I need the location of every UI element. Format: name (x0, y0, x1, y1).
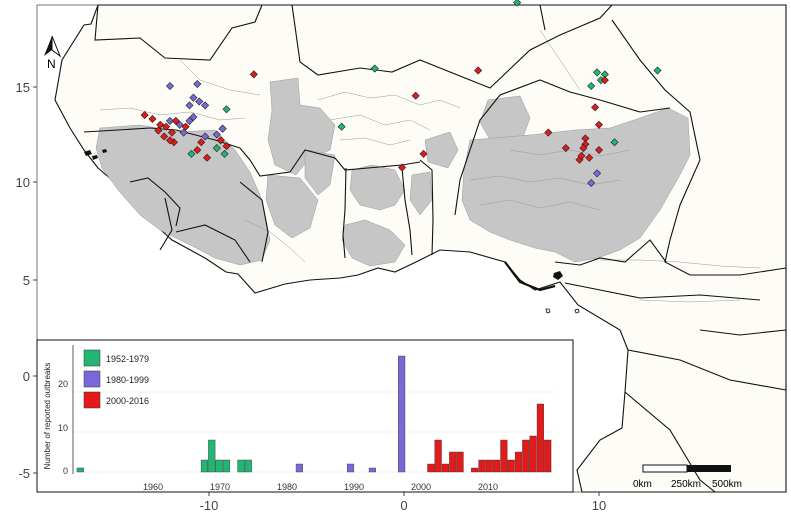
outbreak-bar-2000 (427, 463, 435, 473)
outbreak-bar-1969 (200, 459, 209, 473)
x-tick: 0 (400, 498, 407, 513)
legend-swatch-1980-1999 (83, 370, 101, 388)
y-tick: 10 (16, 175, 30, 190)
inset-x-tick: 2010 (478, 482, 498, 492)
scale-label-250: 250km (671, 479, 701, 490)
inset-x-tick: 1960 (143, 482, 163, 492)
legend-label: 1980-1999 (106, 375, 149, 385)
outbreak-bar-1971 (215, 459, 223, 473)
outbreak-bar-1975 (244, 459, 252, 473)
outbreak-bar-1996 (398, 355, 406, 473)
y-tick: -5 (18, 466, 30, 481)
outbreak-bar-2011 (507, 459, 515, 473)
outbreak-bar-1989 (346, 463, 355, 473)
north-label: N (47, 57, 56, 71)
inset-legend: 1952-1979 1980-1999 2000-2016 (83, 349, 149, 409)
outbreak-bar-2006 (471, 467, 479, 473)
inset-y-tick: 10 (58, 423, 68, 433)
outbreak-bar-2015 (536, 403, 544, 473)
map-y-axis: 15 10 5 0 -5 (16, 80, 37, 481)
outbreak-bar-2003 (449, 451, 457, 473)
outbreak-bar-2014 (529, 435, 537, 473)
x-tick: 10 (592, 498, 606, 513)
scale-label-0: 0km (633, 479, 652, 490)
outbreak-bar-1972 (222, 459, 230, 473)
inset-y-tick: 20 (58, 379, 68, 389)
outbreak-bar-1992 (368, 467, 376, 473)
outbreak-bar-1974 (237, 459, 245, 473)
outbreak-bar-2013 (522, 439, 530, 473)
outbreak-bar-2001 (434, 439, 442, 473)
outbreak-bar-2002 (441, 463, 450, 473)
legend-swatch-1952-1979 (83, 349, 101, 367)
inset-x-tick: 1970 (210, 482, 230, 492)
legend-label: 1952-1979 (106, 354, 149, 364)
outbreak-bar-2012 (514, 451, 523, 473)
inset-y-tick: 0 (63, 466, 68, 476)
x-tick: -10 (200, 498, 219, 513)
island-sao-tome (545, 308, 551, 314)
outbreak-bar-2004 (456, 451, 464, 473)
outbreak-bar-2007 (478, 459, 486, 473)
inset-y-label: Number of reported outbreaks (43, 363, 52, 470)
y-tick: 5 (23, 273, 30, 288)
outbreak-bar-2016 (544, 439, 552, 473)
outbreak-bar-1982 (295, 463, 303, 473)
outbreak-bar-1970 (208, 439, 216, 473)
island-principe (574, 308, 580, 314)
outbreak-bar-2008 (485, 459, 493, 473)
inset-x-tick: 2000 (411, 482, 431, 492)
outbreak-bar-2009 (493, 459, 501, 473)
legend-label: 2000-2016 (106, 396, 149, 406)
outbreak-map-figure: N 0km 250km 500km 15 10 5 0 -5 -10 0 10 … (16, 0, 787, 513)
legend-swatch-2000-2016 (83, 391, 101, 409)
scale-label-500: 500km (712, 479, 742, 490)
y-tick: 0 (23, 369, 30, 384)
inset-x-tick: 1980 (277, 482, 297, 492)
outbreak-bar-2010 (500, 439, 508, 473)
y-tick: 15 (16, 80, 30, 95)
inset-x-tick: 1990 (344, 482, 364, 492)
map-x-axis: -10 0 10 (200, 492, 606, 513)
outbreak-bar-1952 (76, 467, 84, 473)
inset-chart: Number of reported outbreaks 0 10 20 196… (36, 339, 574, 493)
